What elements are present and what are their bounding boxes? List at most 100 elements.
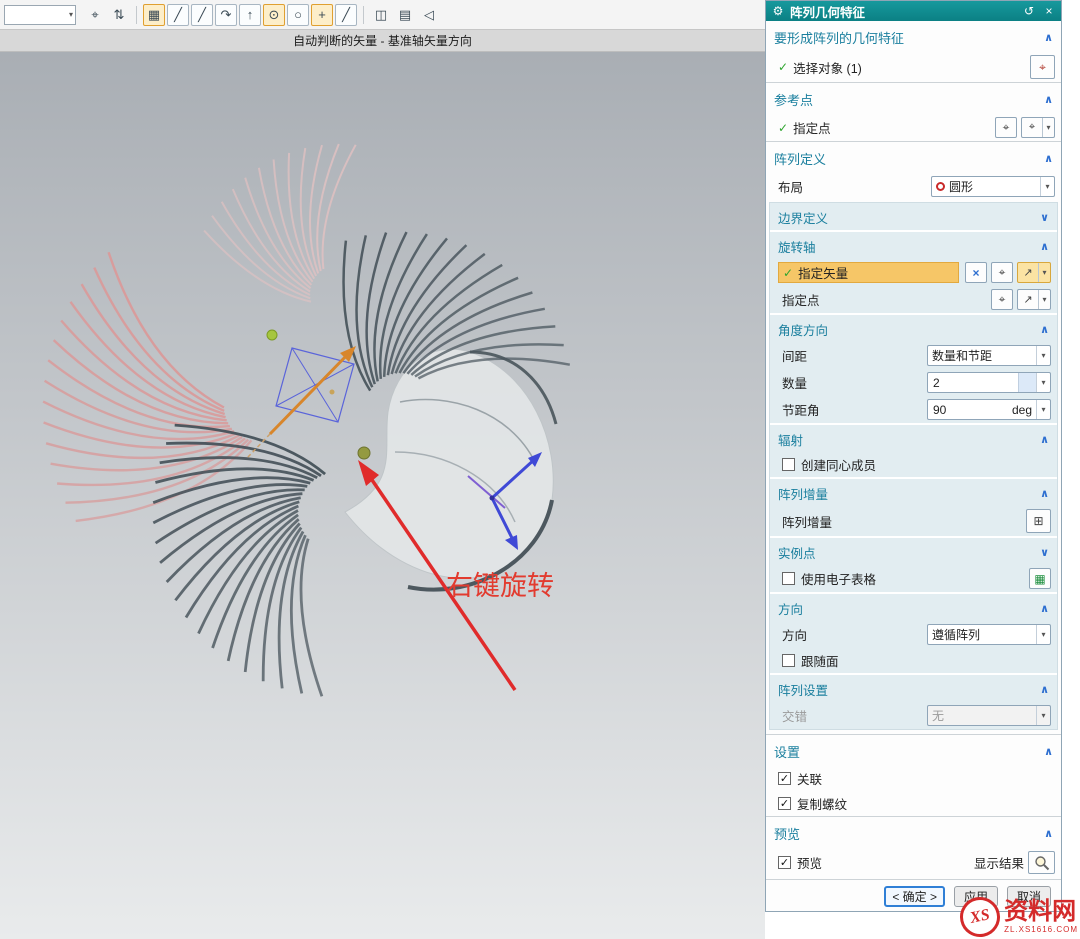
- orientation-label: 方向: [782, 625, 807, 644]
- chevron-down-icon: ▾: [1036, 400, 1050, 419]
- pattern-increment-icon[interactable]: ⊞: [1026, 509, 1051, 533]
- definition-subpanel: 边界定义 ∨ 旋转轴 ∧ ✓ 指定矢量 × ⌖: [769, 202, 1058, 730]
- point-dialog-icon[interactable]: ⌖: [995, 117, 1017, 138]
- circular-layout-icon: [936, 182, 945, 191]
- increment-label: 阵列增量: [782, 512, 832, 531]
- orientation-value: 遵循阵列: [932, 626, 980, 643]
- chevron-up-icon[interactable]: ∧: [1044, 93, 1053, 106]
- sub-title-instance: 实例点: [778, 543, 1040, 562]
- sub-title-boundary: 边界定义: [778, 208, 1040, 227]
- select-object-icon[interactable]: ⌖: [1030, 55, 1055, 79]
- select-object-label: 选择对象 (1): [793, 58, 862, 77]
- group-geometry: 要形成阵列的几何特征 ∧ ✓ 选择对象 (1) ⌖: [766, 21, 1061, 83]
- layout-dropdown[interactable]: 圆形 ▾: [931, 176, 1055, 197]
- close-icon[interactable]: ×: [1041, 4, 1057, 18]
- specify-vector-label: 指定矢量: [798, 263, 848, 282]
- orientation-dropdown[interactable]: 遵循阵列 ▾: [927, 624, 1051, 645]
- cursor-select-icon[interactable]: ◁: [418, 4, 440, 26]
- chevron-up-icon[interactable]: ∧: [1040, 683, 1049, 696]
- chevron-up-icon[interactable]: ∧: [1040, 323, 1049, 336]
- chevron-down-icon: ▾: [1036, 625, 1050, 644]
- chevron-down-icon: ▾: [1038, 290, 1050, 309]
- layer-settings-icon[interactable]: ▤: [394, 4, 416, 26]
- sub-rotation-axis: 旋转轴 ∧ ✓ 指定矢量 × ⌖ ↗ ▾: [770, 230, 1057, 313]
- axis-point-options-dropdown[interactable]: ↗ ▾: [1017, 289, 1051, 310]
- vector-dialog-icon[interactable]: ⌖: [991, 262, 1013, 283]
- show-result-button[interactable]: [1028, 851, 1055, 874]
- spreadsheet-icon[interactable]: ▦: [1029, 568, 1051, 589]
- chevron-up-icon[interactable]: ∧: [1040, 433, 1049, 446]
- chevron-up-icon[interactable]: ∧: [1044, 152, 1053, 165]
- chevron-up-icon[interactable]: ∧: [1040, 240, 1049, 253]
- chevron-down-icon: ▾: [1038, 263, 1050, 282]
- snap-endpoint-icon[interactable]: ╱: [167, 4, 189, 26]
- snap-quadrant-icon[interactable]: ↑: [239, 4, 261, 26]
- dialog-titlebar[interactable]: ⚙ 阵列几何特征 ↺ ×: [766, 1, 1061, 21]
- chevron-up-icon[interactable]: ∧: [1044, 31, 1053, 44]
- swap-orientation-icon[interactable]: ⇅: [108, 4, 130, 26]
- use-spreadsheet-checkbox[interactable]: [782, 572, 795, 585]
- vector-icon: ↗: [1018, 290, 1038, 309]
- stagger-dropdown: 无 ▾: [927, 705, 1051, 726]
- watermark-logo: XS: [956, 893, 1003, 939]
- spacing-dropdown[interactable]: 数量和节距 ▾: [927, 345, 1051, 366]
- watermark: XS 资料网 ZL.XS1616.COM: [960, 897, 1078, 937]
- chevron-down-icon[interactable]: ∨: [1040, 211, 1049, 224]
- copy-thread-checkbox[interactable]: ✓: [778, 797, 791, 810]
- vector-icon: ↗: [1018, 263, 1038, 282]
- chevron-down-icon: ▾: [69, 10, 73, 19]
- snap-grid-point-icon[interactable]: ▦: [143, 4, 165, 26]
- green-handle-sphere: [267, 330, 277, 340]
- group-reference-point: 参考点 ∧ ✓ 指定点 ⌖ ⌖ ▾: [766, 83, 1061, 142]
- layout-label: 布局: [778, 177, 803, 196]
- group-pattern-definition: 阵列定义 ∧ 布局 圆形 ▾ 边界定义 ∨: [766, 142, 1061, 735]
- chevron-up-icon[interactable]: ∧: [1044, 745, 1053, 758]
- dialog-title: 阵列几何特征: [790, 2, 1017, 21]
- snap-midpoint-icon[interactable]: ╱: [191, 4, 213, 26]
- vector-options-dropdown[interactable]: ↗ ▾: [1017, 262, 1051, 283]
- stagger-value: 无: [932, 707, 944, 724]
- ok-button[interactable]: < 确定 >: [884, 886, 945, 907]
- annotation-right-click-rotate: 右键旋转: [446, 571, 554, 601]
- pitch-angle-field[interactable]: 90 deg ▾: [927, 399, 1051, 420]
- preview-label: 预览: [797, 853, 822, 872]
- reset-icon[interactable]: ↺: [1021, 4, 1037, 18]
- reverse-direction-icon[interactable]: ×: [965, 262, 987, 283]
- snap-tangent-icon[interactable]: ↷: [215, 4, 237, 26]
- snap-intersection-icon[interactable]: +: [311, 4, 333, 26]
- count-field[interactable]: 2 ▾: [927, 372, 1051, 393]
- spacing-value: 数量和节距: [932, 347, 992, 364]
- preview-checkbox[interactable]: ✓: [778, 856, 791, 869]
- point-constructor-icon[interactable]: ⌖: [84, 4, 106, 26]
- concentric-members-checkbox[interactable]: [782, 458, 795, 471]
- sub-title-angular: 角度方向: [778, 320, 1040, 339]
- point-icon: ⌖: [1022, 118, 1042, 137]
- sub-pattern-settings: 阵列设置 ∧ 交错 无 ▾: [770, 673, 1057, 729]
- sub-angular-direction: 角度方向 ∧ 间距 数量和节距 ▾ 数量: [770, 313, 1057, 423]
- viewport-3d[interactable]: 右键旋转: [0, 52, 765, 939]
- cue-bar: 自动判断的矢量 - 基准轴矢量方向: [0, 30, 765, 52]
- snap-circle-icon[interactable]: ○: [287, 4, 309, 26]
- snap-center-icon[interactable]: ⊙: [263, 4, 285, 26]
- magnifier-icon: [1034, 855, 1050, 871]
- type-filter-combo[interactable]: ▾: [4, 5, 76, 25]
- specify-point-label: 指定点: [793, 118, 831, 137]
- point-options-dropdown[interactable]: ⌖ ▾: [1021, 117, 1055, 138]
- watermark-url: ZL.XS1616.COM: [1004, 926, 1078, 934]
- chevron-down-icon[interactable]: ∨: [1040, 546, 1049, 559]
- chevron-up-icon[interactable]: ∧: [1040, 487, 1049, 500]
- show-result-label: 显示结果: [974, 853, 1024, 872]
- olive-handle-sphere: [358, 447, 370, 459]
- chevron-up-icon[interactable]: ∧: [1044, 827, 1053, 840]
- count-expression-area[interactable]: [1018, 373, 1036, 392]
- specify-vector-field[interactable]: ✓ 指定矢量: [778, 262, 959, 283]
- chevron-up-icon[interactable]: ∧: [1040, 602, 1049, 615]
- associative-label: 关联: [797, 769, 822, 788]
- app-window: ▾ ⌖ ⇅ ▦ ╱ ╱ ↷ ↑ ⊙ ○ + ╱ ◫ ▤ ◁ 自动判断的矢量 - …: [0, 0, 1080, 939]
- point-dialog-icon[interactable]: ⌖: [991, 289, 1013, 310]
- watermark-name: 资料网: [1004, 900, 1078, 924]
- show-shortcuts-icon[interactable]: ◫: [370, 4, 392, 26]
- follow-face-checkbox[interactable]: [782, 654, 795, 667]
- snap-point-on-curve-icon[interactable]: ╱: [335, 4, 357, 26]
- associative-checkbox[interactable]: ✓: [778, 772, 791, 785]
